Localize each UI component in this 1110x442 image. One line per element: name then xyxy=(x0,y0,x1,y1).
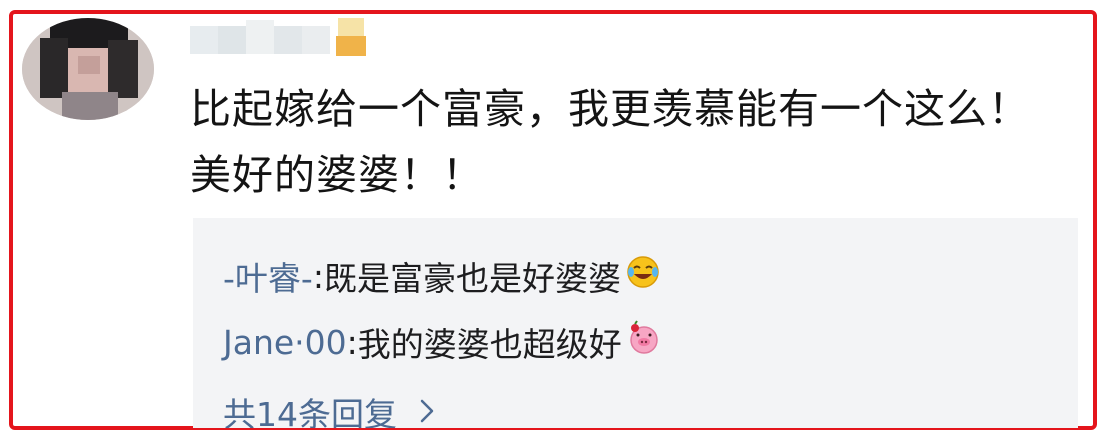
reply-text: 既是富豪也是好婆婆 xyxy=(323,259,621,298)
more-replies-link[interactable]: 共14条回复 xyxy=(223,388,435,428)
reply-author[interactable]: -叶睿- xyxy=(223,252,313,300)
comment-text: 比起嫁给一个富豪，我更羡慕能有一个这么！美好的婆婆！！ xyxy=(190,85,1030,199)
reply-item[interactable]: Jane·00 : 我的婆婆也超级好 xyxy=(223,318,662,366)
reply-separator: : xyxy=(346,322,358,362)
laughing-crying-emoji-icon xyxy=(625,254,661,298)
username-blurred[interactable] xyxy=(190,14,370,56)
chevron-right-icon xyxy=(419,393,435,429)
avatar[interactable] xyxy=(22,18,154,120)
reply-text: 我的婆婆也超级好 xyxy=(357,325,622,364)
reply-author[interactable]: Jane·00 xyxy=(223,323,347,362)
reply-separator: : xyxy=(312,256,324,296)
pig-icon xyxy=(626,320,662,364)
more-replies-label[interactable]: 共14条回复 xyxy=(223,388,397,428)
reply-item[interactable]: -叶睿- : 既是富豪也是好婆婆 xyxy=(223,252,661,300)
replies-panel: -叶睿- : 既是富豪也是好婆婆 Jane·00 : 我的婆婆也超级好 共14条… xyxy=(193,218,1078,428)
